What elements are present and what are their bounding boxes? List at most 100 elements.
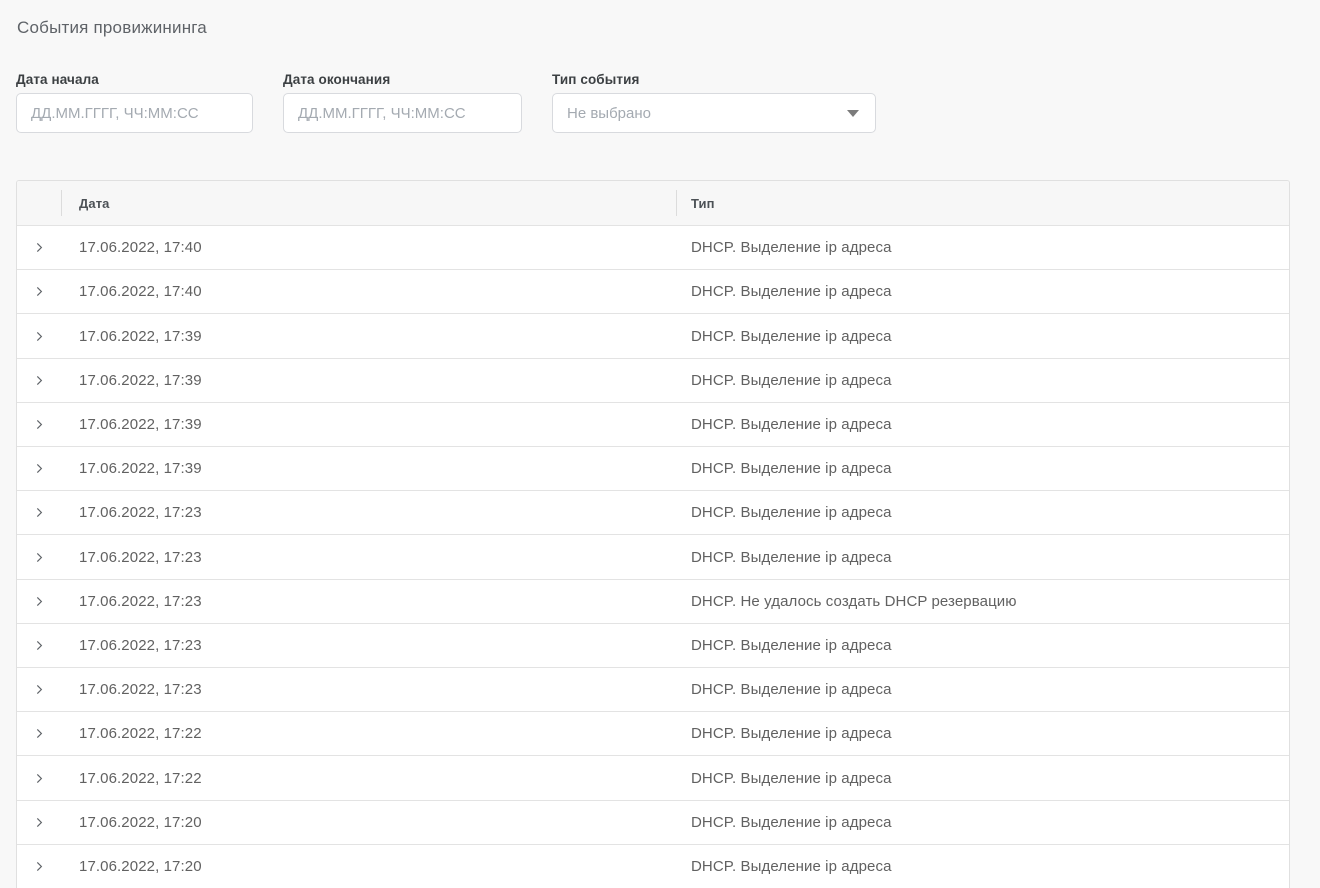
table-row[interactable]: 17.06.2022, 17:40 DHCP. Выделение ip адр…: [17, 225, 1289, 269]
row-expander-cell: [17, 712, 61, 755]
row-expand-button[interactable]: [25, 631, 53, 659]
row-expand-button[interactable]: [25, 366, 53, 394]
row-type-value: DHCP. Выделение ip адреса: [691, 239, 892, 256]
page-title: События провижининга: [17, 18, 207, 38]
table-row[interactable]: 17.06.2022, 17:39 DHCP. Выделение ip адр…: [17, 358, 1289, 402]
row-type-cell: DHCP. Выделение ip адреса: [676, 801, 1289, 844]
row-date-cell: 17.06.2022, 17:23: [61, 668, 676, 711]
row-expander-cell: [17, 226, 61, 269]
row-expand-button[interactable]: [25, 499, 53, 527]
chevron-right-icon: [32, 240, 47, 255]
row-type-cell: DHCP. Выделение ip адреса: [676, 845, 1289, 888]
events-table-header: Дата Тип: [17, 181, 1289, 225]
row-type-cell: DHCP. Не удалось создать DHCP резервацию: [676, 580, 1289, 623]
row-date-cell: 17.06.2022, 17:22: [61, 712, 676, 755]
row-expand-button[interactable]: [25, 234, 53, 262]
column-header-expander: [17, 181, 61, 225]
row-expander-cell: [17, 624, 61, 667]
row-type-value: DHCP. Выделение ip адреса: [691, 549, 892, 566]
row-date-value: 17.06.2022, 17:23: [79, 593, 202, 610]
chevron-right-icon: [32, 726, 47, 741]
column-header-type: Тип: [676, 181, 1289, 225]
row-date-cell: 17.06.2022, 17:23: [61, 580, 676, 623]
row-type-cell: DHCP. Выделение ip адреса: [676, 359, 1289, 402]
provisioning-events-page: События провижининга Дата начала Дата ок…: [0, 0, 1320, 888]
row-expander-cell: [17, 845, 61, 888]
start-date-field-group: Дата начала: [16, 72, 253, 133]
chevron-right-icon: [32, 329, 47, 344]
table-row[interactable]: 17.06.2022, 17:20 DHCP. Выделение ip адр…: [17, 800, 1289, 844]
row-date-cell: 17.06.2022, 17:20: [61, 801, 676, 844]
table-row[interactable]: 17.06.2022, 17:23 DHCP. Не удалось созда…: [17, 579, 1289, 623]
row-expander-cell: [17, 491, 61, 534]
row-expand-button[interactable]: [25, 278, 53, 306]
row-expander-cell: [17, 447, 61, 490]
table-row[interactable]: 17.06.2022, 17:39 DHCP. Выделение ip адр…: [17, 313, 1289, 357]
column-header-date: Дата: [61, 181, 676, 225]
row-date-value: 17.06.2022, 17:23: [79, 681, 202, 698]
chevron-right-icon: [32, 638, 47, 653]
row-expander-cell: [17, 270, 61, 313]
filters-bar: Дата начала Дата окончания Тип события Н…: [16, 72, 876, 133]
row-type-value: DHCP. Выделение ip адреса: [691, 770, 892, 787]
row-type-value: DHCP. Не удалось создать DHCP резервацию: [691, 593, 1017, 610]
chevron-right-icon: [32, 373, 47, 388]
row-type-value: DHCP. Выделение ip адреса: [691, 283, 892, 300]
row-type-value: DHCP. Выделение ip адреса: [691, 504, 892, 521]
events-table: Дата Тип 17.06.2022, 17:40 DHCP. Выделен…: [16, 180, 1290, 888]
event-type-select[interactable]: Не выбрано: [552, 93, 876, 133]
row-type-cell: DHCP. Выделение ip адреса: [676, 756, 1289, 799]
row-type-cell: DHCP. Выделение ip адреса: [676, 270, 1289, 313]
row-expand-button[interactable]: [25, 455, 53, 483]
row-type-cell: DHCP. Выделение ip адреса: [676, 226, 1289, 269]
start-date-input[interactable]: [16, 93, 253, 133]
caret-down-icon: [847, 110, 859, 117]
row-expand-button[interactable]: [25, 587, 53, 615]
row-date-cell: 17.06.2022, 17:40: [61, 270, 676, 313]
chevron-right-icon: [32, 771, 47, 786]
table-row[interactable]: 17.06.2022, 17:23 DHCP. Выделение ip адр…: [17, 534, 1289, 578]
start-date-label: Дата начала: [16, 72, 253, 87]
row-expand-button[interactable]: [25, 676, 53, 704]
chevron-right-icon: [32, 505, 47, 520]
row-date-cell: 17.06.2022, 17:23: [61, 624, 676, 667]
table-row[interactable]: 17.06.2022, 17:39 DHCP. Выделение ip адр…: [17, 446, 1289, 490]
row-expand-button[interactable]: [25, 322, 53, 350]
table-row[interactable]: 17.06.2022, 17:20 DHCP. Выделение ip адр…: [17, 844, 1289, 888]
row-expand-button[interactable]: [25, 852, 53, 880]
row-type-value: DHCP. Выделение ip адреса: [691, 372, 892, 389]
chevron-right-icon: [32, 859, 47, 874]
row-date-value: 17.06.2022, 17:22: [79, 725, 202, 742]
event-type-field-group: Тип события Не выбрано: [552, 72, 876, 133]
row-expand-button[interactable]: [25, 543, 53, 571]
row-expander-cell: [17, 403, 61, 446]
row-type-value: DHCP. Выделение ip адреса: [691, 637, 892, 654]
end-date-input[interactable]: [283, 93, 522, 133]
row-type-value: DHCP. Выделение ip адреса: [691, 681, 892, 698]
table-row[interactable]: 17.06.2022, 17:39 DHCP. Выделение ip адр…: [17, 402, 1289, 446]
row-date-value: 17.06.2022, 17:39: [79, 460, 202, 477]
row-expand-button[interactable]: [25, 808, 53, 836]
row-date-value: 17.06.2022, 17:39: [79, 416, 202, 433]
row-date-cell: 17.06.2022, 17:40: [61, 226, 676, 269]
chevron-right-icon: [32, 682, 47, 697]
table-row[interactable]: 17.06.2022, 17:22 DHCP. Выделение ip адр…: [17, 755, 1289, 799]
row-type-cell: DHCP. Выделение ip адреса: [676, 624, 1289, 667]
chevron-right-icon: [32, 284, 47, 299]
row-expand-button[interactable]: [25, 764, 53, 792]
row-type-value: DHCP. Выделение ip адреса: [691, 814, 892, 831]
table-row[interactable]: 17.06.2022, 17:40 DHCP. Выделение ip адр…: [17, 269, 1289, 313]
row-expand-button[interactable]: [25, 410, 53, 438]
table-row[interactable]: 17.06.2022, 17:23 DHCP. Выделение ip адр…: [17, 667, 1289, 711]
row-date-cell: 17.06.2022, 17:20: [61, 845, 676, 888]
table-row[interactable]: 17.06.2022, 17:22 DHCP. Выделение ip адр…: [17, 711, 1289, 755]
row-expand-button[interactable]: [25, 720, 53, 748]
row-date-value: 17.06.2022, 17:40: [79, 239, 202, 256]
row-type-cell: DHCP. Выделение ip адреса: [676, 447, 1289, 490]
row-date-cell: 17.06.2022, 17:23: [61, 535, 676, 578]
row-date-cell: 17.06.2022, 17:22: [61, 756, 676, 799]
table-row[interactable]: 17.06.2022, 17:23 DHCP. Выделение ip адр…: [17, 490, 1289, 534]
end-date-field-group: Дата окончания: [283, 72, 522, 133]
table-row[interactable]: 17.06.2022, 17:23 DHCP. Выделение ip адр…: [17, 623, 1289, 667]
row-date-value: 17.06.2022, 17:20: [79, 858, 202, 875]
